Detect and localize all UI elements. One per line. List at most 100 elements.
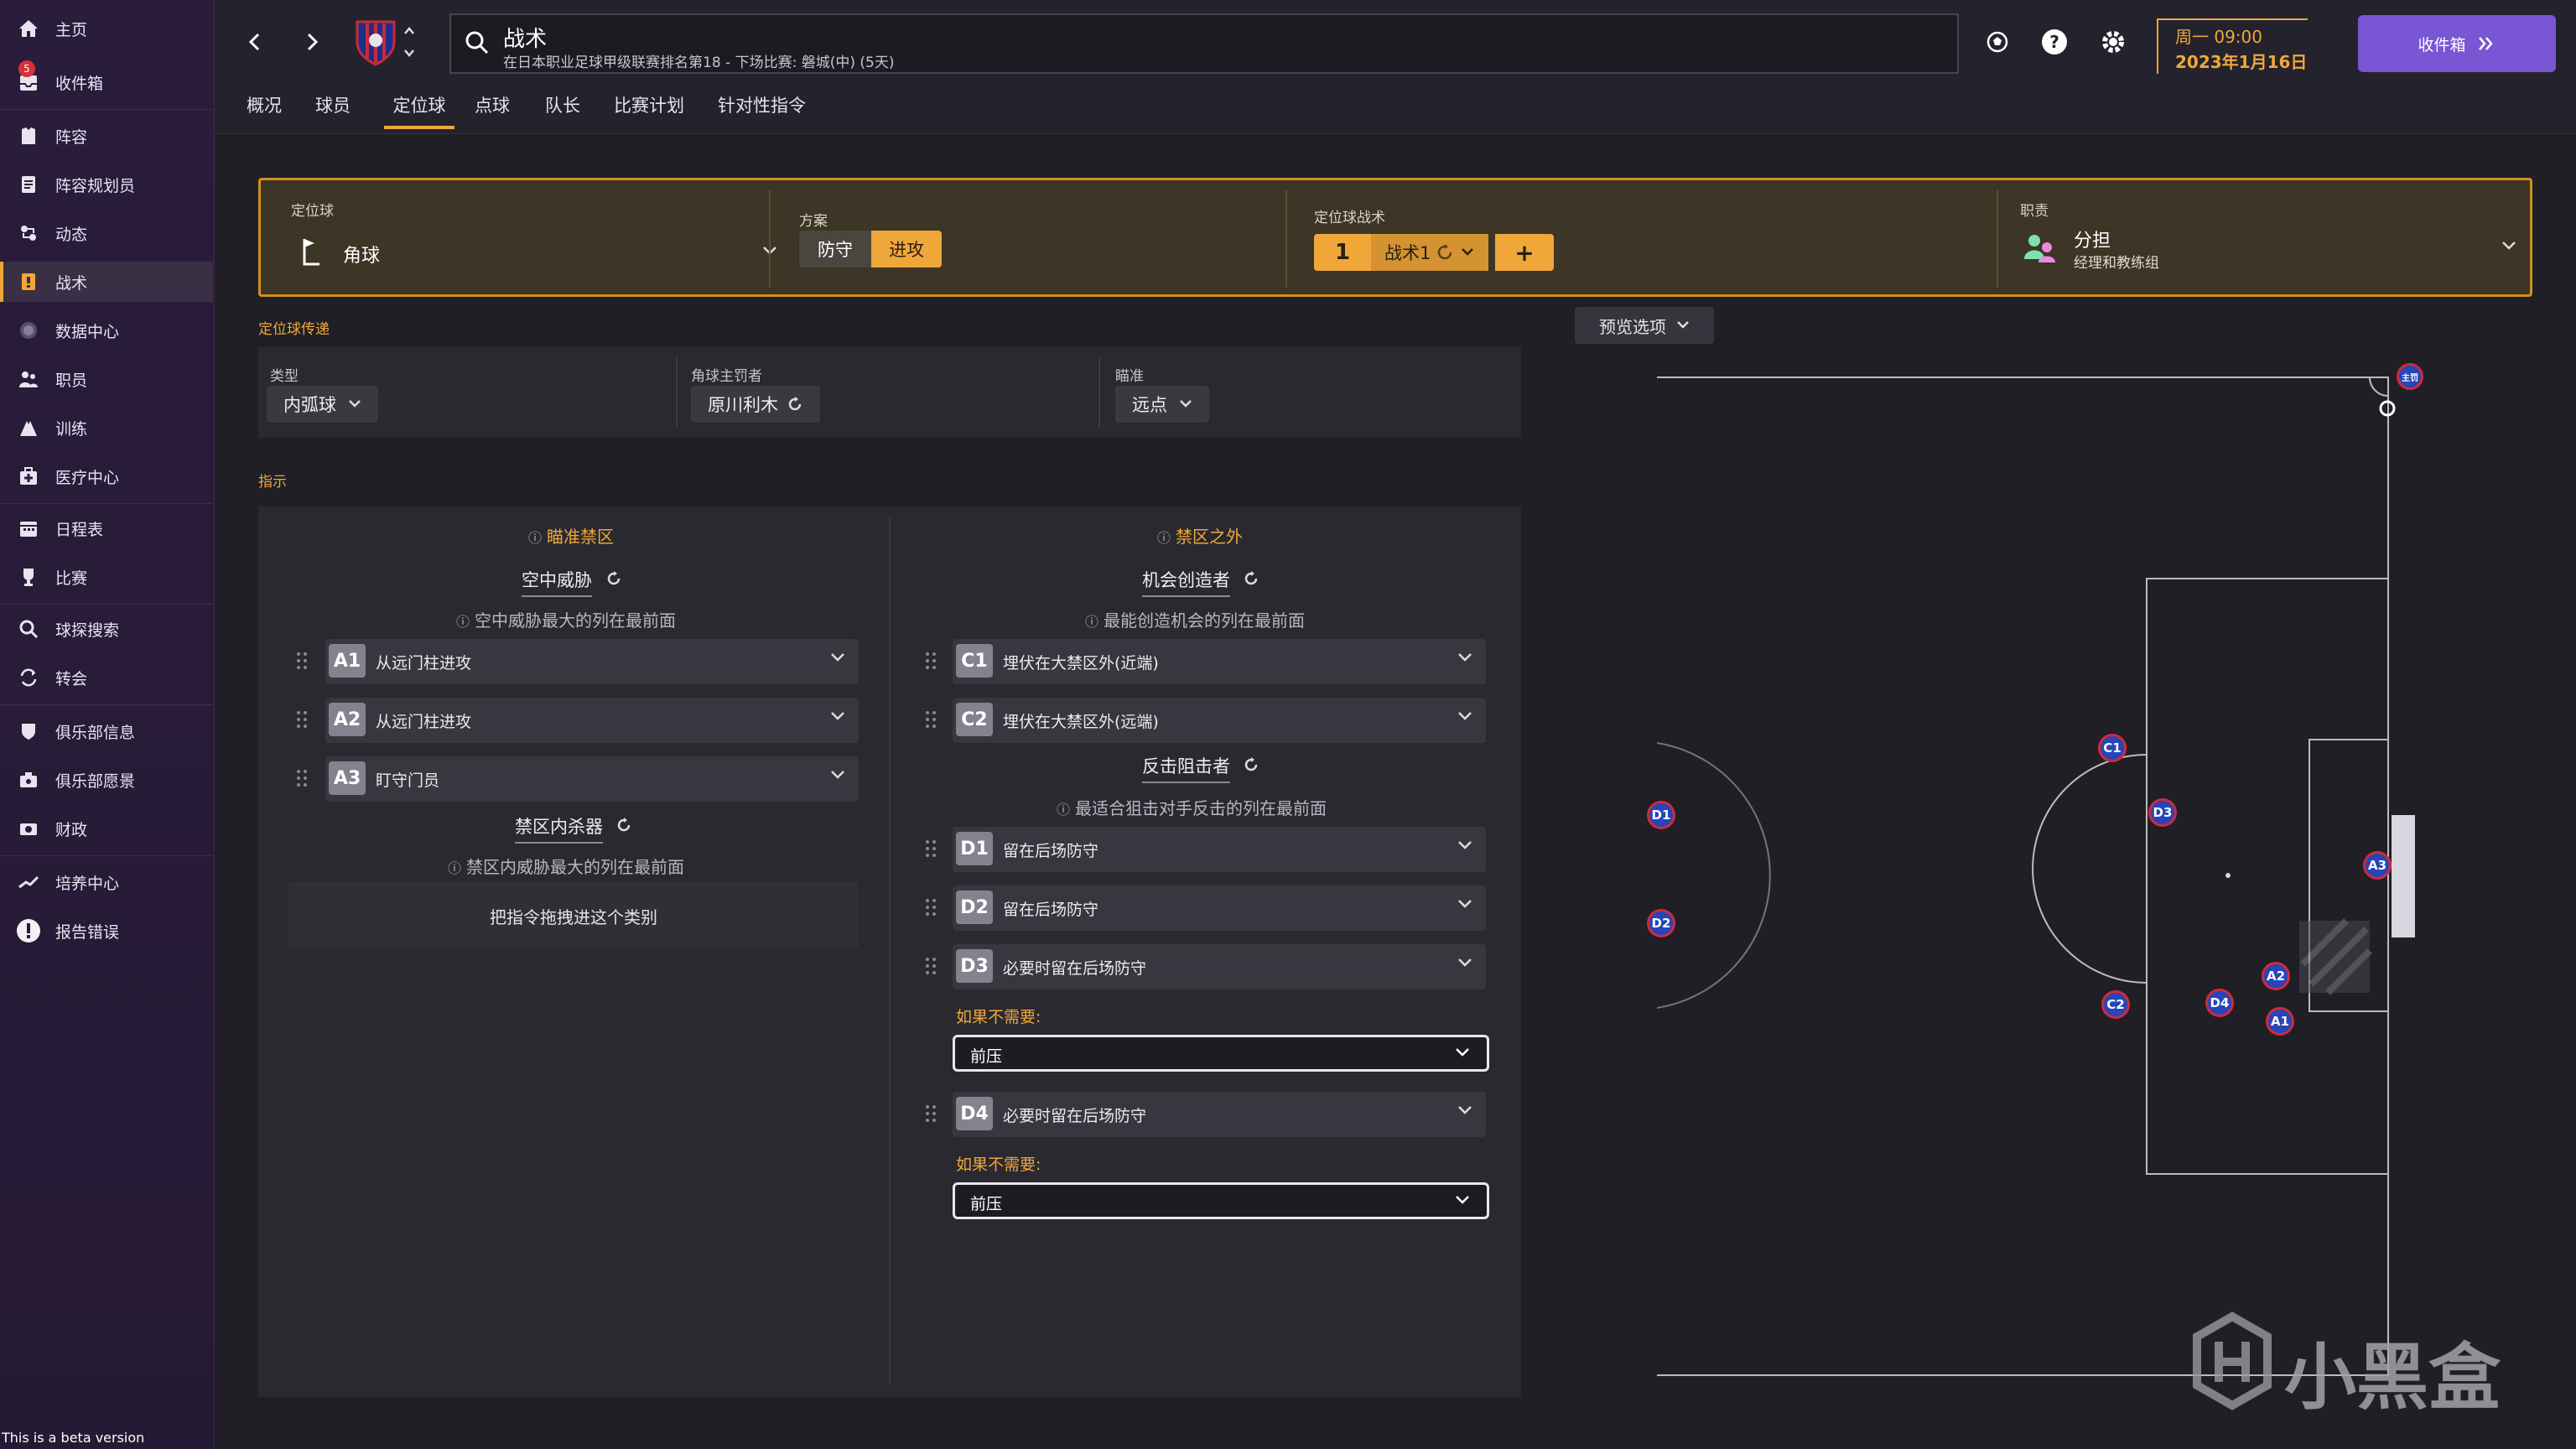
header-divider <box>769 190 771 288</box>
routine-dropdown[interactable]: 战术1 <box>1371 234 1488 271</box>
instruction-row-a1[interactable]: A1 从远门柱进攻 <box>325 639 859 684</box>
drag-handle-icon[interactable] <box>924 956 937 976</box>
drag-handle-icon[interactable] <box>924 651 937 671</box>
sidebar-item-tactics[interactable]: 战术 <box>0 262 213 302</box>
player-marker-a3[interactable]: A3 <box>2363 851 2392 880</box>
instruction-drop-zone[interactable]: 把指令拖拽进这个类别 <box>288 882 859 949</box>
sidebar-item-dynamics[interactable]: 动态 <box>0 213 213 253</box>
help-icon[interactable]: ? <box>2038 25 2071 59</box>
player-marker-a2[interactable]: A2 <box>2262 962 2290 990</box>
instruction-row-d3[interactable]: D3 必要时留在后场防守 <box>953 944 1486 989</box>
sidebar-item-squad-planner[interactable]: 阵容规划员 <box>0 164 213 205</box>
search-bar[interactable]: 战术 在日本职业足球甲级联赛排名第18 - 下场比赛: 磐城(中) (5天) <box>449 13 1959 74</box>
sidebar-item-label: 球探搜索 <box>55 621 120 640</box>
preview-options-button[interactable]: 预览选项 <box>1575 307 1714 344</box>
player-marker-d4[interactable]: D4 <box>2205 989 2234 1017</box>
drag-handle-icon[interactable] <box>924 1104 937 1124</box>
refresh-icon[interactable] <box>615 817 632 834</box>
creator-hint: ⓘ 最能创造机会的列在最前面 <box>1085 607 1305 631</box>
page-subtitle: 在日本职业足球甲级联赛排名第18 - 下场比赛: 磐城(中) (5天) <box>503 55 895 71</box>
sidebar-item-competitions[interactable]: 比赛 <box>0 557 213 597</box>
sidebar-item-report-bug[interactable]: 报告错误 <box>0 911 213 951</box>
refresh-icon[interactable] <box>1243 756 1259 773</box>
instruction-row-a3[interactable]: A3 盯守门员 <box>325 756 859 802</box>
football-icon[interactable] <box>1981 25 2014 59</box>
watermark: 小黑盒 <box>2190 1308 2509 1420</box>
corner-arc <box>2369 377 2389 397</box>
forward-button[interactable] <box>295 25 329 59</box>
instruction-row-c1[interactable]: C1 埋伏在大禁区外(近端) <box>953 639 1486 684</box>
delivery-section-title: 定位球传递 <box>258 321 330 338</box>
sidebar-item-squad[interactable]: 阵容 <box>0 116 213 156</box>
sidebar-item-club-vision[interactable]: 俱乐部愿景 <box>0 760 213 800</box>
info-icon: ⓘ <box>1157 530 1171 546</box>
sidebar-item-scouting[interactable]: 球探搜索 <box>0 609 213 649</box>
target-dropdown[interactable]: 远点 <box>1115 386 1209 423</box>
player-tag: D3 <box>956 949 993 983</box>
d3-fallback-dropdown[interactable]: 前压 <box>953 1035 1489 1072</box>
club-switch-arrows[interactable] <box>402 23 416 64</box>
player-marker-a1[interactable]: A1 <box>2266 1007 2294 1036</box>
drag-handle-icon[interactable] <box>295 709 309 730</box>
sidebar-item-home[interactable]: 主页 <box>0 8 213 49</box>
info-icon: ⓘ <box>448 860 462 876</box>
tab-overview[interactable]: 概况 <box>247 92 282 129</box>
tab-match-plans[interactable]: 比赛计划 <box>614 92 684 129</box>
top-bar: 战术 在日本职业足球甲级联赛排名第18 - 下场比赛: 磐城(中) (5天) ?… <box>215 0 2576 134</box>
player-marker-d3[interactable]: D3 <box>2148 798 2177 827</box>
player-tag: D2 <box>956 891 993 924</box>
d4-fallback-dropdown[interactable]: 前压 <box>953 1182 1489 1219</box>
tab-set-pieces[interactable]: 定位球 <box>384 92 454 129</box>
sidebar-item-development[interactable]: 培养中心 <box>0 862 213 902</box>
instruction-row-d1[interactable]: D1 留在后场防守 <box>953 827 1486 872</box>
refresh-icon[interactable] <box>605 570 622 587</box>
delivery-type-dropdown[interactable]: 内弧球 <box>267 386 378 423</box>
instruction-row-d4[interactable]: D4 必要时留在后场防守 <box>953 1092 1486 1137</box>
drag-handle-icon[interactable] <box>924 839 937 859</box>
tab-opposition-instructions[interactable]: 针对性指令 <box>718 92 806 129</box>
sidebar-item-medical[interactable]: 医疗中心 <box>0 456 213 496</box>
player-marker-d1[interactable]: D1 <box>1647 801 1675 829</box>
sidebar-item-schedule[interactable]: 日程表 <box>0 508 213 548</box>
drag-handle-icon[interactable] <box>295 768 309 788</box>
corner-taker-dropdown[interactable]: 原川利木 <box>691 386 820 423</box>
training-icon <box>13 413 44 443</box>
sidebar-item-data-hub[interactable]: 数据中心 <box>0 310 213 351</box>
tab-captains[interactable]: 队长 <box>545 92 580 129</box>
instruction-row-a2[interactable]: A2 从远门柱进攻 <box>325 698 859 743</box>
instruction-row-c2[interactable]: C2 埋伏在大禁区外(远端) <box>953 698 1486 743</box>
sidebar-item-finances[interactable]: 财政 <box>0 808 213 849</box>
sidebar-item-transfers[interactable]: 转会 <box>0 657 213 698</box>
refresh-icon[interactable] <box>1243 570 1259 587</box>
tab-penalties[interactable]: 点球 <box>475 92 510 129</box>
sidebar-item-training[interactable]: 训练 <box>0 408 213 448</box>
player-marker-label: D1 <box>1651 808 1671 823</box>
chevron-down-icon <box>2502 242 2516 250</box>
duty-dropdown[interactable]: 分担 经理和教练组 <box>2022 221 2516 274</box>
inbox-continue-button[interactable]: 收件箱 <box>2358 15 2556 72</box>
settings-gear-icon[interactable] <box>2096 25 2130 59</box>
sidebar-item-label: 日程表 <box>55 520 104 539</box>
box-killer-title: 禁区内杀器 <box>515 813 603 844</box>
player-marker-label: D2 <box>1651 916 1671 931</box>
sidebar-item-inbox[interactable]: 5 收件箱 <box>0 60 213 102</box>
club-crest[interactable] <box>352 17 399 67</box>
drag-handle-icon[interactable] <box>295 651 309 671</box>
sidebar-item-label: 俱乐部愿景 <box>55 771 136 791</box>
plan-defend-option[interactable]: 防守 <box>799 231 871 267</box>
instruction-row-d2[interactable]: D2 留在后场防守 <box>953 886 1486 931</box>
player-marker-d2[interactable]: D2 <box>1647 909 1675 937</box>
chevron-down-icon <box>1458 1106 1472 1114</box>
plan-attack-option[interactable]: 进攻 <box>871 231 942 267</box>
setpiece-type-dropdown[interactable]: 角球 <box>291 231 777 273</box>
corner-taker-marker[interactable]: 主罚 <box>2397 363 2423 390</box>
tab-players[interactable]: 球员 <box>315 92 351 129</box>
back-button[interactable] <box>238 25 272 59</box>
add-routine-button[interactable]: + <box>1495 234 1554 271</box>
drag-handle-icon[interactable] <box>924 709 937 730</box>
drag-handle-icon[interactable] <box>924 897 937 917</box>
sidebar-item-staff[interactable]: 职员 <box>0 359 213 399</box>
player-marker-c1[interactable]: C1 <box>2098 734 2127 762</box>
sidebar-item-club-info[interactable]: 俱乐部信息 <box>0 711 213 751</box>
player-marker-c2[interactable]: C2 <box>2101 990 2130 1019</box>
